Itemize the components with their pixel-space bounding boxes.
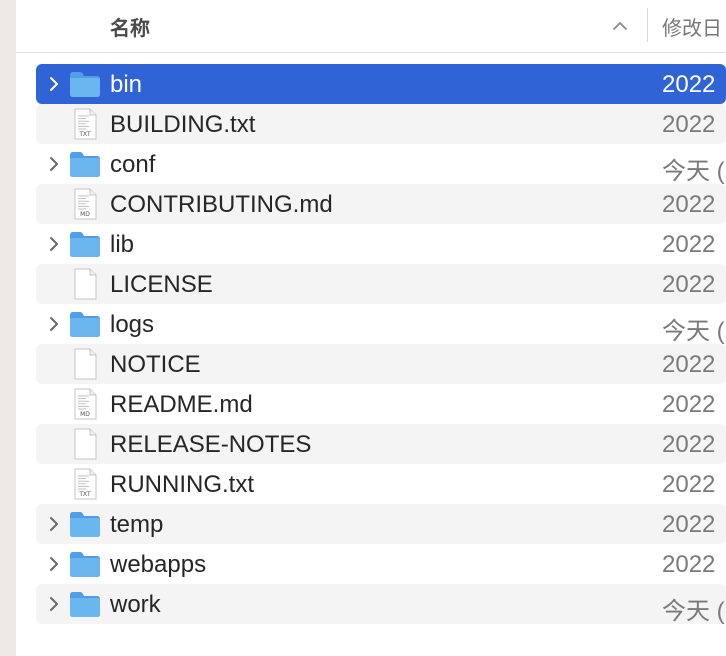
folder-icon xyxy=(68,548,102,580)
file-name: temp xyxy=(110,511,164,538)
file-date: 2022 xyxy=(662,511,716,538)
column-header: 名称 修改日 xyxy=(16,0,726,53)
finder-list-view: 名称 修改日 bin 2022 TXT BUILDING.txt 2022 conf 今天 … xyxy=(16,0,726,656)
file-date: 2022 xyxy=(662,431,716,458)
svg-text:TXT: TXT xyxy=(78,131,91,138)
document-icon: MD xyxy=(68,188,102,220)
file-date: 2022 xyxy=(662,391,716,418)
chevron-up-icon[interactable] xyxy=(610,16,630,36)
file-name: NOTICE xyxy=(110,351,201,378)
file-name: RELEASE-NOTES xyxy=(110,431,312,458)
file-name: webapps xyxy=(110,551,207,578)
disclosure-chevron-icon[interactable] xyxy=(44,594,64,614)
document-icon: MD xyxy=(68,388,102,420)
document-icon: TXT xyxy=(68,108,102,140)
document-icon xyxy=(68,268,102,300)
file-row-work[interactable]: work 今天 ( xyxy=(36,584,726,625)
disclosure-chevron-icon[interactable] xyxy=(44,154,64,174)
folder-icon xyxy=(68,68,102,100)
file-name: work xyxy=(110,591,161,618)
file-row-license[interactable]: LICENSE 2022 xyxy=(36,264,726,304)
svg-text:MD: MD xyxy=(80,411,90,418)
file-name: logs xyxy=(110,311,155,338)
disclosure-chevron-icon[interactable] xyxy=(44,74,64,94)
file-name: RUNNING.txt xyxy=(110,471,254,498)
file-row-conf[interactable]: conf 今天 ( xyxy=(36,144,726,185)
document-icon xyxy=(68,428,102,460)
folder-icon xyxy=(68,228,102,260)
file-date: 2022 xyxy=(662,351,716,378)
file-name: lib xyxy=(110,231,135,258)
file-date: 2022 xyxy=(662,271,716,298)
disclosure-chevron-icon[interactable] xyxy=(44,234,64,254)
column-date-header[interactable]: 修改日 xyxy=(662,12,722,41)
disclosure-chevron-icon[interactable] xyxy=(44,514,64,534)
svg-text:TXT: TXT xyxy=(78,491,91,498)
document-icon xyxy=(68,348,102,380)
file-name: conf xyxy=(110,151,156,178)
file-row-running-txt[interactable]: TXT RUNNING.txt 2022 xyxy=(36,464,726,504)
file-date: 今天 ( xyxy=(662,598,725,625)
file-date: 2022 xyxy=(662,551,716,578)
file-row-building-txt[interactable]: TXT BUILDING.txt 2022 xyxy=(36,104,726,144)
file-list: bin 2022 TXT BUILDING.txt 2022 conf 今天 ( MD CONT… xyxy=(36,64,726,625)
disclosure-chevron-icon[interactable] xyxy=(44,314,64,334)
folder-icon xyxy=(68,148,102,180)
window-edge xyxy=(0,0,16,656)
document-icon: TXT xyxy=(68,468,102,500)
file-date: 今天 ( xyxy=(662,158,725,185)
file-name: CONTRIBUTING.md xyxy=(110,191,333,218)
file-date: 2022 xyxy=(662,71,716,98)
file-row-logs[interactable]: logs 今天 ( xyxy=(36,304,726,345)
file-name: README.md xyxy=(110,391,253,418)
file-date: 2022 xyxy=(662,231,716,258)
svg-text:MD: MD xyxy=(80,211,90,218)
folder-icon xyxy=(68,508,102,540)
folder-icon xyxy=(68,588,102,620)
file-row-lib[interactable]: lib 2022 xyxy=(36,224,726,264)
file-name: bin xyxy=(110,71,143,98)
file-row-readme-md[interactable]: MD README.md 2022 xyxy=(36,384,726,424)
file-date: 今天 ( xyxy=(662,318,725,345)
file-row-bin[interactable]: bin 2022 xyxy=(36,64,726,104)
file-row-notice[interactable]: NOTICE 2022 xyxy=(36,344,726,384)
column-name-header[interactable]: 名称 xyxy=(110,12,150,41)
file-row-release-notes[interactable]: RELEASE-NOTES 2022 xyxy=(36,424,726,464)
file-name: BUILDING.txt xyxy=(110,111,256,138)
file-date: 2022 xyxy=(662,191,716,218)
file-name: LICENSE xyxy=(110,271,213,298)
file-row-temp[interactable]: temp 2022 xyxy=(36,504,726,544)
disclosure-chevron-icon[interactable] xyxy=(44,554,64,574)
file-date: 2022 xyxy=(662,471,716,498)
folder-icon xyxy=(68,308,102,340)
file-row-contributing-md[interactable]: MD CONTRIBUTING.md 2022 xyxy=(36,184,726,224)
file-row-webapps[interactable]: webapps 2022 xyxy=(36,544,726,584)
file-date: 2022 xyxy=(662,111,716,138)
column-divider[interactable] xyxy=(647,8,648,42)
